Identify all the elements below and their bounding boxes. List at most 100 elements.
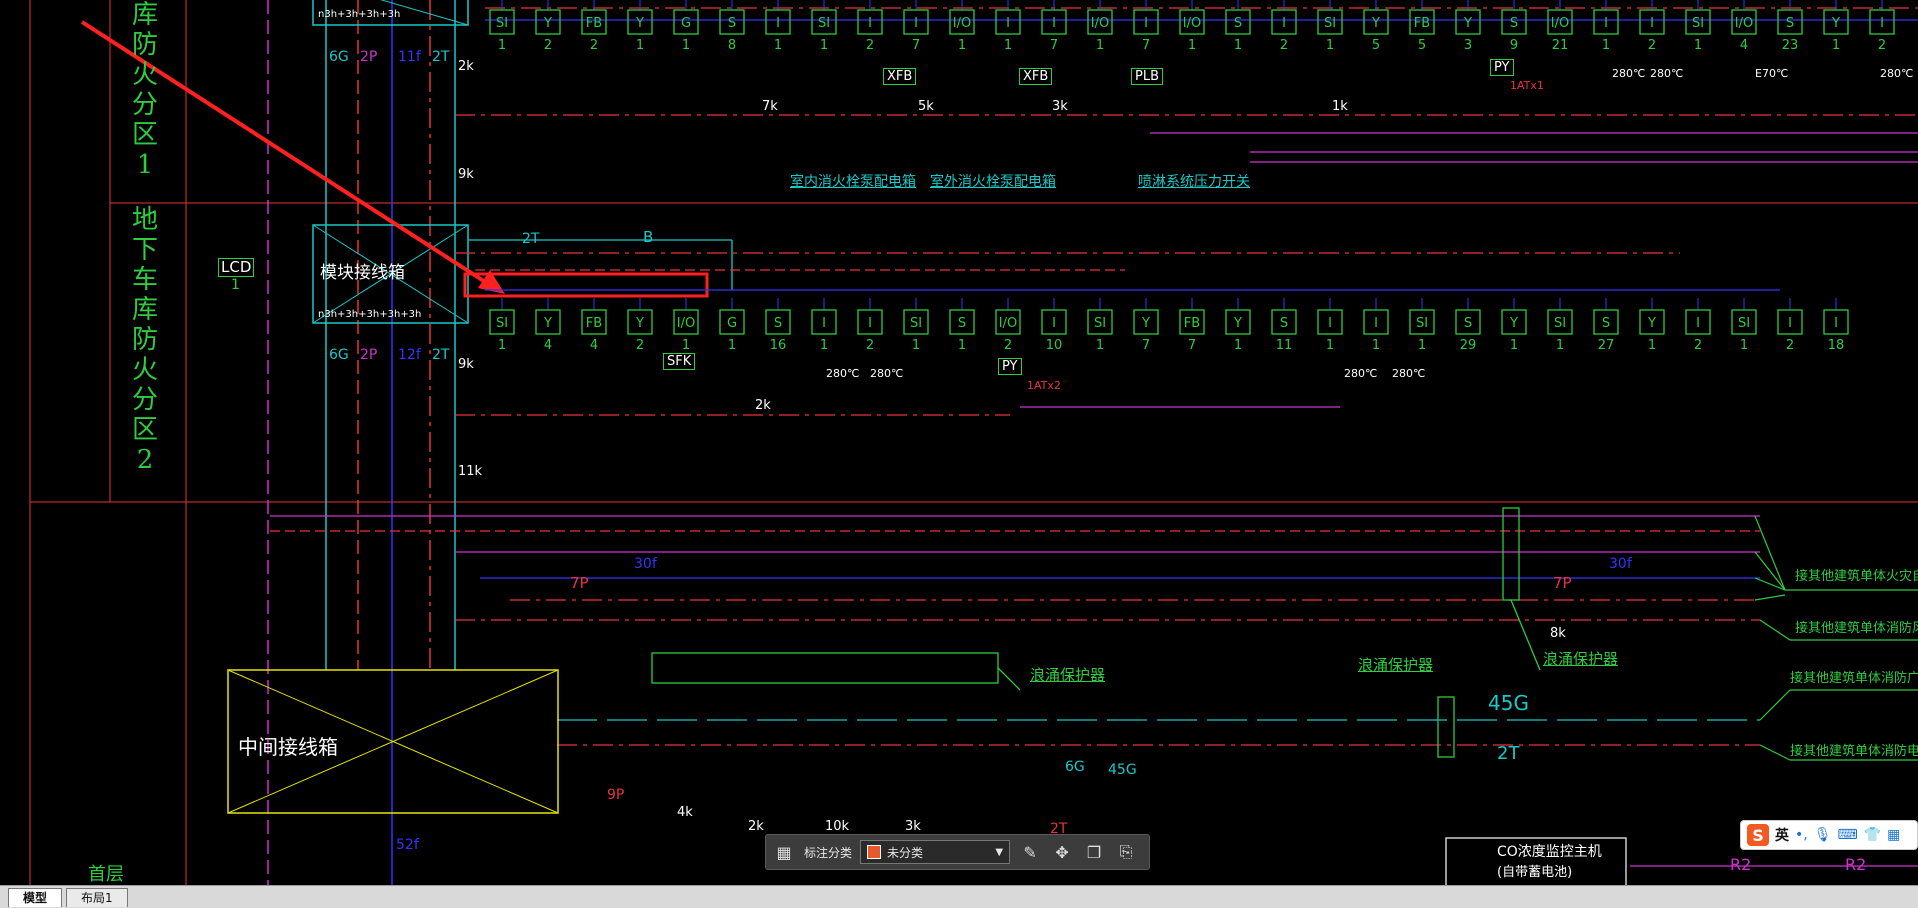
ime-toolbar: S 英 •, 🎙 ⌨ 👕 ▦ — [1740, 820, 1918, 850]
k-label: 10k — [825, 819, 850, 834]
device-symbol[interactable]: I2 — [1777, 298, 1803, 353]
device-symbol[interactable]: I 18 — [1823, 298, 1849, 353]
device-count-text: 1 — [1326, 338, 1334, 353]
device-symbol[interactable]: FB 7 — [1179, 298, 1205, 353]
device-symbol-text: SI — [1738, 316, 1750, 331]
device-symbol[interactable]: I/O 1 — [673, 298, 699, 353]
device-symbol-text: I — [1282, 16, 1286, 31]
keyboard-icon[interactable]: ⌨ — [1838, 827, 1858, 843]
trunk-label-2t-top: 2T — [432, 49, 450, 65]
chevron-down-icon: ▼ — [995, 846, 1004, 858]
device-count-text: 18 — [1828, 338, 1845, 353]
device-count-text: 7 — [1142, 38, 1150, 53]
device-symbol-text: I — [776, 16, 780, 31]
note-connect-telephone: 接其他建筑单体消防电话系统 — [1790, 744, 1918, 759]
device-symbol-text: Y — [1463, 16, 1472, 31]
device-symbol[interactable]: S 11 — [1271, 298, 1297, 353]
temp-label: 280℃ — [1344, 367, 1378, 380]
device-symbol-text: S — [1786, 16, 1794, 31]
label-30f-right: 30f — [1609, 556, 1632, 572]
device-symbol-text: I/O — [1551, 16, 1569, 31]
device-count-text: 1 — [1832, 38, 1840, 53]
device-symbol[interactable]: Y1 — [1639, 298, 1665, 353]
edit-icon[interactable]: ✎ — [1018, 840, 1042, 864]
k-label: 7k — [762, 99, 778, 114]
category-value: 未分类 — [887, 845, 924, 860]
tag-sfk: SFK — [663, 353, 696, 370]
device-symbol[interactable]: I2 — [857, 298, 883, 353]
device-count-text: 1 — [1096, 38, 1104, 53]
category-select[interactable]: 未分类 ▼ — [860, 840, 1011, 864]
device-symbol[interactable]: G1 — [719, 298, 745, 353]
device-symbol-text: Y — [635, 16, 644, 31]
device-count-text: 1 — [820, 338, 828, 353]
device-symbol-text: I/O — [1735, 16, 1753, 31]
sogou-logo-icon[interactable]: S — [1747, 824, 1769, 846]
device-count-text: 9 — [1510, 38, 1518, 53]
device-count-text: 1 — [728, 338, 736, 353]
device-symbol-text: I/O — [999, 316, 1017, 331]
label-1atx2: 1ATx2 — [1027, 379, 1061, 392]
module-box-2-subtext: n3h+3h+3h+3h+3h — [318, 309, 422, 320]
skin-icon[interactable]: 👕 — [1864, 827, 1881, 843]
note-sprinkler-pressure: 喷淋系统压力开关 — [1138, 174, 1250, 190]
temp-label: 280℃ — [870, 367, 904, 380]
device-symbol[interactable]: SI 1 — [1087, 298, 1113, 353]
device-symbol[interactable]: SI 1 — [1409, 298, 1435, 353]
note-surge-protector: 浪涌保护器 — [1543, 650, 1619, 668]
device-symbol[interactable]: I1 — [1363, 298, 1389, 353]
device-symbol[interactable]: Y7 — [1133, 298, 1159, 353]
middle-box-label: 中间接线箱 — [238, 735, 338, 759]
device-symbol[interactable]: S1 — [949, 298, 975, 353]
device-symbol[interactable]: Y2 — [627, 298, 653, 353]
k-label: 2k — [748, 819, 764, 834]
category-label: 标注分类 — [804, 845, 853, 860]
device-count-text: 1 — [498, 38, 506, 53]
device-count-text: 1 — [958, 338, 966, 353]
device-symbol[interactable]: SI 1 — [489, 298, 515, 353]
temp-label: 280℃ — [1612, 67, 1646, 80]
punctuation-icon[interactable]: •, — [1795, 827, 1808, 843]
tab-model[interactable]: 模型 — [8, 888, 63, 907]
device-count-text: 2 — [1786, 338, 1794, 353]
device-symbol[interactable]: S 16 — [765, 298, 791, 353]
device-count-text: 2 — [590, 38, 598, 53]
device-symbol[interactable]: SI 1 — [1547, 298, 1573, 353]
device-symbol[interactable]: I2 — [1685, 298, 1711, 353]
device-symbol-text: I — [868, 16, 872, 31]
k-label: 9k — [458, 357, 474, 372]
category-grid-icon[interactable]: ▦ — [772, 840, 796, 864]
k-label: 2k — [458, 59, 474, 74]
toolbox-icon[interactable]: ▦ — [1887, 827, 1900, 843]
device-symbol[interactable]: Y1 — [1501, 298, 1527, 353]
label-45g: 45G — [1108, 762, 1137, 778]
ime-language-toggle[interactable]: 英 — [1775, 825, 1789, 845]
device-symbol[interactable]: S 27 — [1593, 298, 1619, 353]
device-symbol[interactable]: FB 4 — [581, 298, 607, 353]
device-symbol-text: Y — [1233, 316, 1242, 331]
device-symbol[interactable]: Y1 — [1225, 298, 1251, 353]
device-symbol[interactable]: SI 1 — [903, 298, 929, 353]
device-symbol[interactable]: I1 — [811, 298, 837, 353]
device-symbol-text: S — [1280, 316, 1288, 331]
paste-icon[interactable]: ⎘ — [1114, 840, 1138, 864]
tag-xfb: XFB — [883, 68, 917, 85]
device-symbol[interactable]: I 10 — [1041, 298, 1067, 353]
device-symbol[interactable]: Y4 — [535, 298, 561, 353]
microphone-icon[interactable]: 🎙 — [1814, 827, 1832, 843]
copy-icon[interactable]: ❐ — [1082, 840, 1106, 864]
note-connect-fan-linkage: 接其他建筑单体消防风机联动 — [1795, 621, 1918, 636]
device-symbol[interactable]: I/O 2 — [995, 298, 1021, 353]
move-icon[interactable]: ✥ — [1050, 840, 1074, 864]
device-count-text: 16 — [770, 338, 787, 353]
tab-layout1[interactable]: 布局1 — [66, 888, 128, 907]
label-r2: R2 — [1730, 855, 1752, 874]
device-symbol[interactable]: SI 1 — [1731, 298, 1757, 353]
label-b: B — [643, 228, 654, 246]
k-label: 5k — [918, 99, 934, 114]
device-symbol[interactable]: I1 — [1317, 298, 1343, 353]
device-count-text: 1 — [1234, 38, 1242, 53]
device-symbol[interactable]: S 29 — [1455, 298, 1481, 353]
tag-xfb: XFB — [1019, 68, 1053, 85]
device-count-text: 1 — [1740, 338, 1748, 353]
